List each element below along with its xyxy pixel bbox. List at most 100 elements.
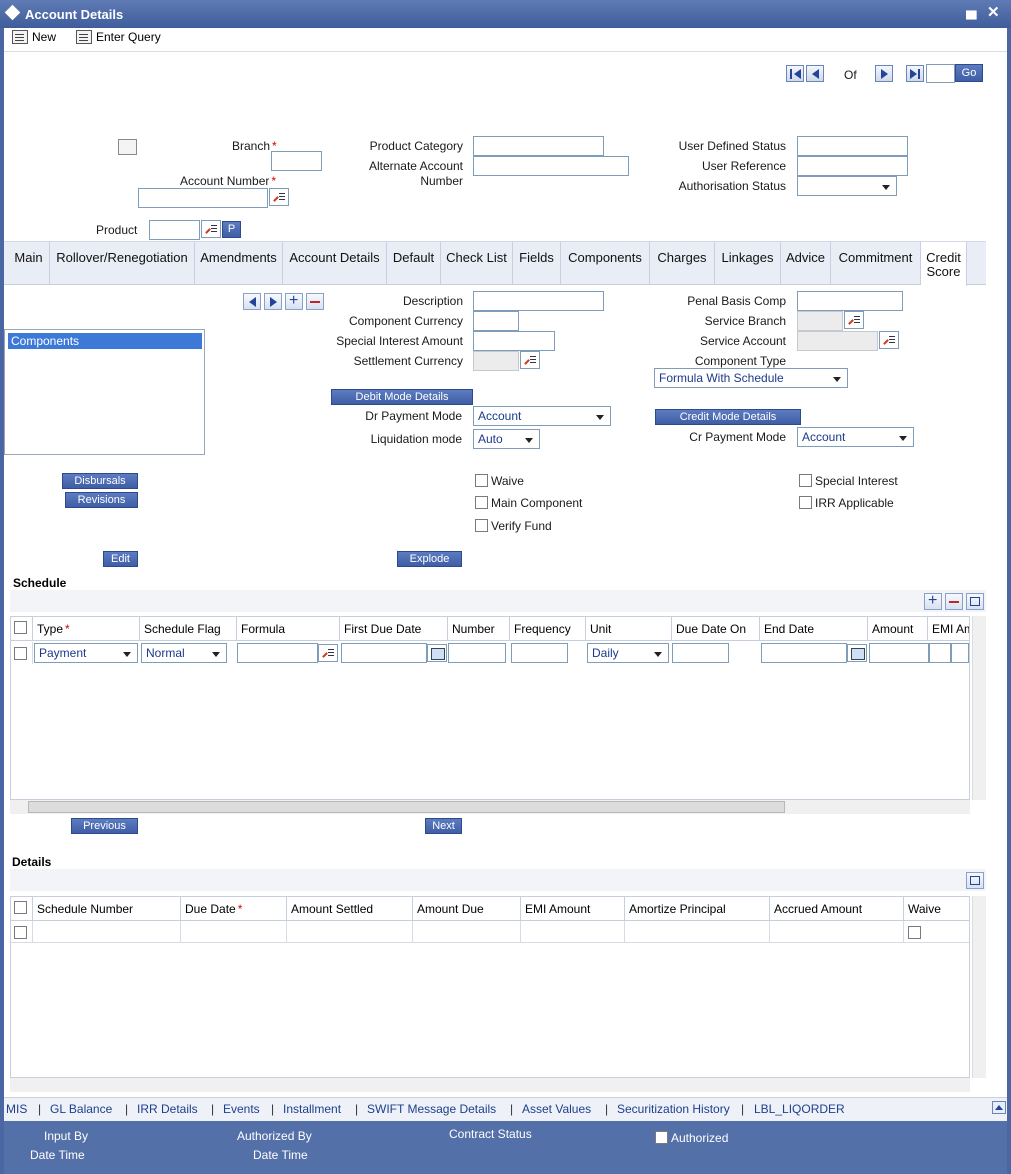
due-date-on-input[interactable] [672,643,729,663]
branch-input[interactable] [271,151,322,171]
lbl-liqorder-link[interactable]: LBL_LIQORDER [754,1102,845,1116]
tab-advice[interactable]: Advice [781,242,831,284]
service-account-lov-icon[interactable] [879,331,899,349]
mis-link[interactable]: MIS [6,1102,27,1116]
waive-row-checkbox[interactable] [908,926,921,939]
schedule-number-cell[interactable] [33,921,181,943]
schedule-horizontal-scrollbar[interactable] [10,800,970,814]
schedule-vertical-scrollbar[interactable] [972,616,986,800]
move-right-button[interactable] [264,293,282,310]
tab-charges[interactable]: Charges [650,242,715,284]
tab-fields[interactable]: Fields [513,242,561,284]
new-button[interactable]: New [12,30,56,44]
frequency-input[interactable] [511,643,568,663]
liquidation-mode-select[interactable]: Auto [473,429,540,449]
details-single-view-button[interactable] [966,872,984,889]
schedule-flag-select[interactable]: Normal [141,643,227,663]
gl-balance-link[interactable]: GL Balance [50,1102,112,1116]
add-row-button[interactable]: + [285,292,303,310]
penal-basis-comp-input[interactable] [797,291,903,311]
tab-commitment[interactable]: Commitment [831,242,921,284]
product-lov-icon[interactable] [201,220,221,238]
tab-account-details[interactable]: Account Details [283,242,387,284]
main-component-checkbox[interactable] [475,496,488,509]
service-branch-input[interactable] [797,311,843,331]
row-checkbox[interactable] [14,647,27,660]
minimize-icon[interactable]: ▄ [966,2,977,19]
accrued-amount-cell[interactable] [770,921,904,943]
account-number-input[interactable] [138,188,268,208]
cr-payment-mode-select[interactable]: Account [797,427,914,447]
number-input[interactable] [448,643,506,663]
scroll-up-icon[interactable] [992,1101,1006,1114]
pager-page-input[interactable] [926,64,955,83]
settlement-currency-input[interactable] [473,351,519,371]
schedule-single-view-button[interactable] [966,593,984,610]
type-select[interactable]: Payment [34,643,138,663]
asset-values-link[interactable]: Asset Values [522,1102,591,1116]
product-p-button[interactable]: P [222,221,241,238]
next-record-button[interactable] [875,65,893,82]
move-left-button[interactable] [243,293,261,310]
description-input[interactable] [473,291,604,311]
end-date-input[interactable] [761,643,847,663]
special-interest-amount-input[interactable] [473,331,555,351]
verify-fund-checkbox[interactable] [475,519,488,532]
row-checkbox[interactable] [14,926,27,939]
component-type-select[interactable]: Formula With Schedule [654,368,848,388]
details-horizontal-scrollbar[interactable] [10,1078,970,1092]
edit-button[interactable]: Edit [103,551,138,567]
authorisation-status-select[interactable] [797,176,897,196]
waive-checkbox[interactable] [475,474,488,487]
irr-applicable-checkbox[interactable] [799,496,812,509]
amount-due-cell[interactable] [413,921,521,943]
due-date-cell[interactable] [181,921,287,943]
schedule-add-button[interactable]: + [924,592,942,610]
end-date-calendar-icon[interactable] [847,644,867,662]
previous-button[interactable]: Previous [71,818,138,834]
settlement-currency-lov-icon[interactable] [520,351,540,369]
first-due-date-calendar-icon[interactable] [427,644,447,662]
component-currency-input[interactable] [473,311,519,331]
dr-payment-mode-select[interactable]: Account [473,406,611,426]
unit-select[interactable]: Daily [587,643,669,663]
service-branch-lov-icon[interactable] [844,311,864,329]
enter-query-button[interactable]: Enter Query [76,30,161,44]
formula-input[interactable] [237,643,318,663]
user-reference-input[interactable] [797,156,908,176]
next-button[interactable]: Next [425,818,462,834]
close-icon[interactable]: ✕ [987,3,1000,21]
debit-mode-details-button[interactable]: Debit Mode Details [331,389,473,405]
authorized-checkbox[interactable] [655,1131,668,1144]
emi-amount-input[interactable] [929,643,951,663]
schedule-select-all-checkbox[interactable] [14,621,27,634]
tab-check-list[interactable]: Check List [441,242,513,284]
product-input[interactable] [149,220,200,240]
amount-settled-cell[interactable] [287,921,413,943]
details-select-all-checkbox[interactable] [14,901,27,914]
installment-link[interactable]: Installment [283,1102,341,1116]
emi-amount-cell[interactable] [521,921,625,943]
credit-mode-details-button[interactable]: Credit Mode Details [655,409,801,425]
tab-components[interactable]: Components [561,242,650,284]
special-interest-checkbox[interactable] [799,474,812,487]
scrollbar-thumb[interactable] [28,801,785,813]
user-defined-status-input[interactable] [797,136,908,156]
tab-main[interactable]: Main [8,242,50,284]
first-due-date-input[interactable] [341,643,427,663]
amount-input[interactable] [869,643,929,663]
irr-details-link[interactable]: IRR Details [137,1102,198,1116]
revisions-button[interactable]: Revisions [65,492,138,508]
account-number-lov-icon[interactable] [269,188,289,206]
disbursals-button[interactable]: Disbursals [62,473,138,489]
go-button[interactable]: Go [955,64,983,82]
alternate-account-number-input[interactable] [473,156,629,176]
extra-input[interactable] [951,643,969,663]
details-vertical-scrollbar[interactable] [972,896,986,1078]
list-item[interactable]: Components [8,333,202,349]
formula-lov-icon[interactable] [318,644,338,662]
swift-message-details-link[interactable]: SWIFT Message Details [367,1102,496,1116]
schedule-delete-button[interactable] [945,593,963,610]
previous-record-button[interactable] [806,65,824,82]
first-record-button[interactable] [786,65,804,82]
